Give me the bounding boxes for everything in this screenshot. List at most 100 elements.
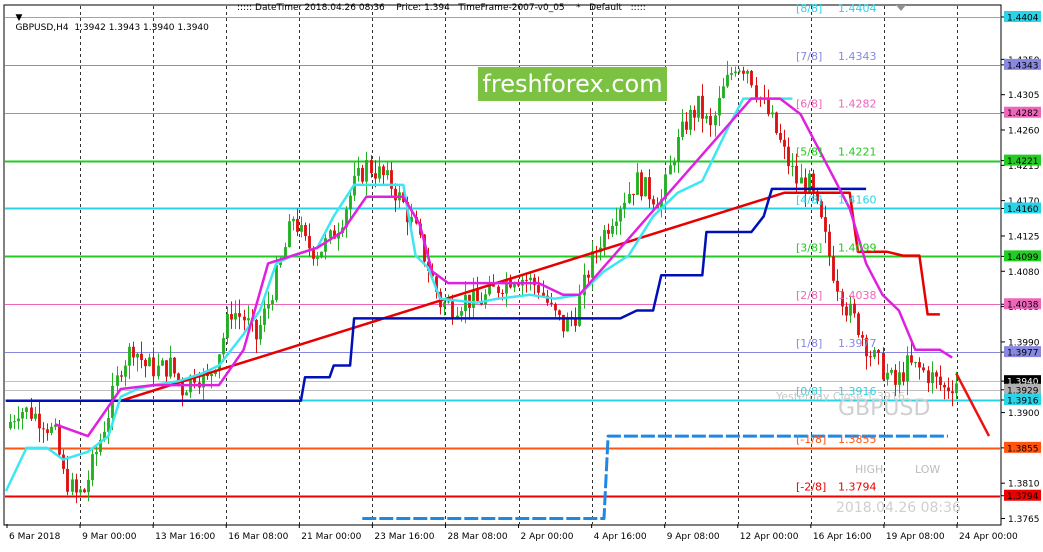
candle-body (476, 289, 479, 302)
level-name: [1/8] (796, 337, 822, 350)
price-tag-label: 1.4038 (1007, 301, 1039, 311)
candle-body (669, 165, 672, 175)
candle-body (378, 166, 381, 179)
candle-body (771, 112, 774, 115)
candle-body (587, 274, 590, 278)
candle-body (877, 350, 880, 354)
candle-body (87, 480, 90, 493)
candle-body (308, 236, 311, 249)
candle-body (382, 166, 385, 176)
candle-body (845, 306, 848, 316)
candle-body (947, 387, 950, 392)
candle-body (124, 365, 127, 377)
candle-body (443, 302, 446, 308)
candle-body (775, 112, 778, 134)
candle-body (644, 177, 647, 197)
candle-body (9, 421, 12, 429)
candle-body (30, 407, 33, 419)
x-tick-label: 12 Apr 00:00 (740, 532, 799, 542)
candle-body (386, 170, 389, 176)
candle-body (750, 70, 753, 86)
price-tag-label: 1.4404 (1007, 13, 1039, 23)
candle-body (316, 257, 319, 259)
candle-body (165, 360, 168, 377)
level-name: [5/8] (796, 146, 822, 159)
candle-body (116, 375, 119, 386)
candle-body (501, 292, 504, 294)
candle-body (361, 167, 364, 182)
candle-body (927, 370, 930, 384)
x-tick-label: 16 Apr 16:00 (813, 532, 872, 542)
candle-body (636, 172, 639, 195)
candle-body (349, 195, 352, 210)
x-tick-label: 16 Mar 08:00 (228, 532, 288, 542)
candle-body (365, 160, 368, 182)
candle-body (697, 95, 700, 118)
level-value: 1.4038 (838, 289, 877, 302)
candle-body (525, 279, 528, 281)
candle-body (943, 384, 946, 388)
candle-body (767, 98, 770, 115)
x-tick-label: 9 Mar 00:00 (82, 532, 137, 542)
level-name: [4/8] (796, 193, 822, 206)
level-name: [6/8] (796, 98, 822, 111)
level-name: [-2/8] (796, 481, 826, 494)
candle-body (554, 303, 557, 311)
candle-body (783, 139, 786, 147)
candle-body (623, 202, 626, 210)
candle-body (734, 71, 737, 74)
candle-body (689, 109, 692, 130)
level-name: [-1/8] (796, 433, 826, 446)
x-tick-label: 21 Mar 00:00 (301, 532, 361, 542)
candle-body (132, 346, 135, 358)
candle-body (742, 70, 745, 74)
candle-body (894, 369, 897, 385)
candle-body (795, 165, 798, 184)
candle-body (247, 318, 250, 321)
candle-body (558, 310, 561, 315)
candle-body (722, 86, 725, 98)
candle-body (152, 357, 155, 377)
candle-body (357, 167, 360, 176)
candle-body (271, 300, 274, 304)
price-tag-label: 1.3977 (1007, 349, 1039, 359)
candle-body (939, 376, 942, 385)
candle-body (804, 177, 807, 194)
level-value: 1.4282 (838, 98, 877, 111)
candle-body (890, 369, 893, 373)
x-tick-label: 19 Apr 08:00 (886, 532, 945, 542)
brand-logo[interactable]: freshforex.com (478, 67, 667, 101)
candle-body (550, 302, 553, 304)
candle-body (304, 225, 307, 237)
candle-body (931, 372, 934, 384)
candle-body (591, 251, 594, 278)
watermark-datetime: 2018.04.26 08:36 (836, 500, 961, 516)
candle-body (50, 426, 53, 433)
candle-body (136, 353, 139, 358)
price-tag-label: 1.3916 (1007, 396, 1039, 406)
candle-body (652, 199, 655, 205)
collapse-arrow-icon[interactable]: ▼ (15, 13, 22, 23)
candle-body (648, 177, 651, 200)
candle-body (296, 218, 299, 232)
candle-body (62, 454, 65, 469)
chart-root: [8/8] 1.4404 [7/8] 1.4343 [6/8] 1.4282 [5/8] 1.… (0, 0, 1043, 548)
candle-body (169, 357, 172, 377)
candle-body (157, 365, 160, 377)
candle-body (849, 303, 852, 316)
price-tag-label: 1.4099 (1007, 253, 1039, 263)
level-value: 1.4099 (838, 241, 877, 254)
candle-body (21, 412, 24, 419)
candle-body (746, 70, 749, 74)
high-label: HIGH (855, 463, 884, 476)
candle-body (320, 251, 323, 258)
candle-body (607, 229, 610, 234)
level-value: 1.3855 (838, 433, 877, 446)
price-tag-label: 1.4221 (1007, 157, 1039, 167)
x-tick-label: 9 Apr 08:00 (667, 532, 720, 542)
candle-body (144, 359, 147, 367)
candle-body (66, 468, 69, 492)
candle-body (853, 303, 856, 314)
candle-body (714, 115, 717, 126)
candle-body (255, 319, 258, 340)
